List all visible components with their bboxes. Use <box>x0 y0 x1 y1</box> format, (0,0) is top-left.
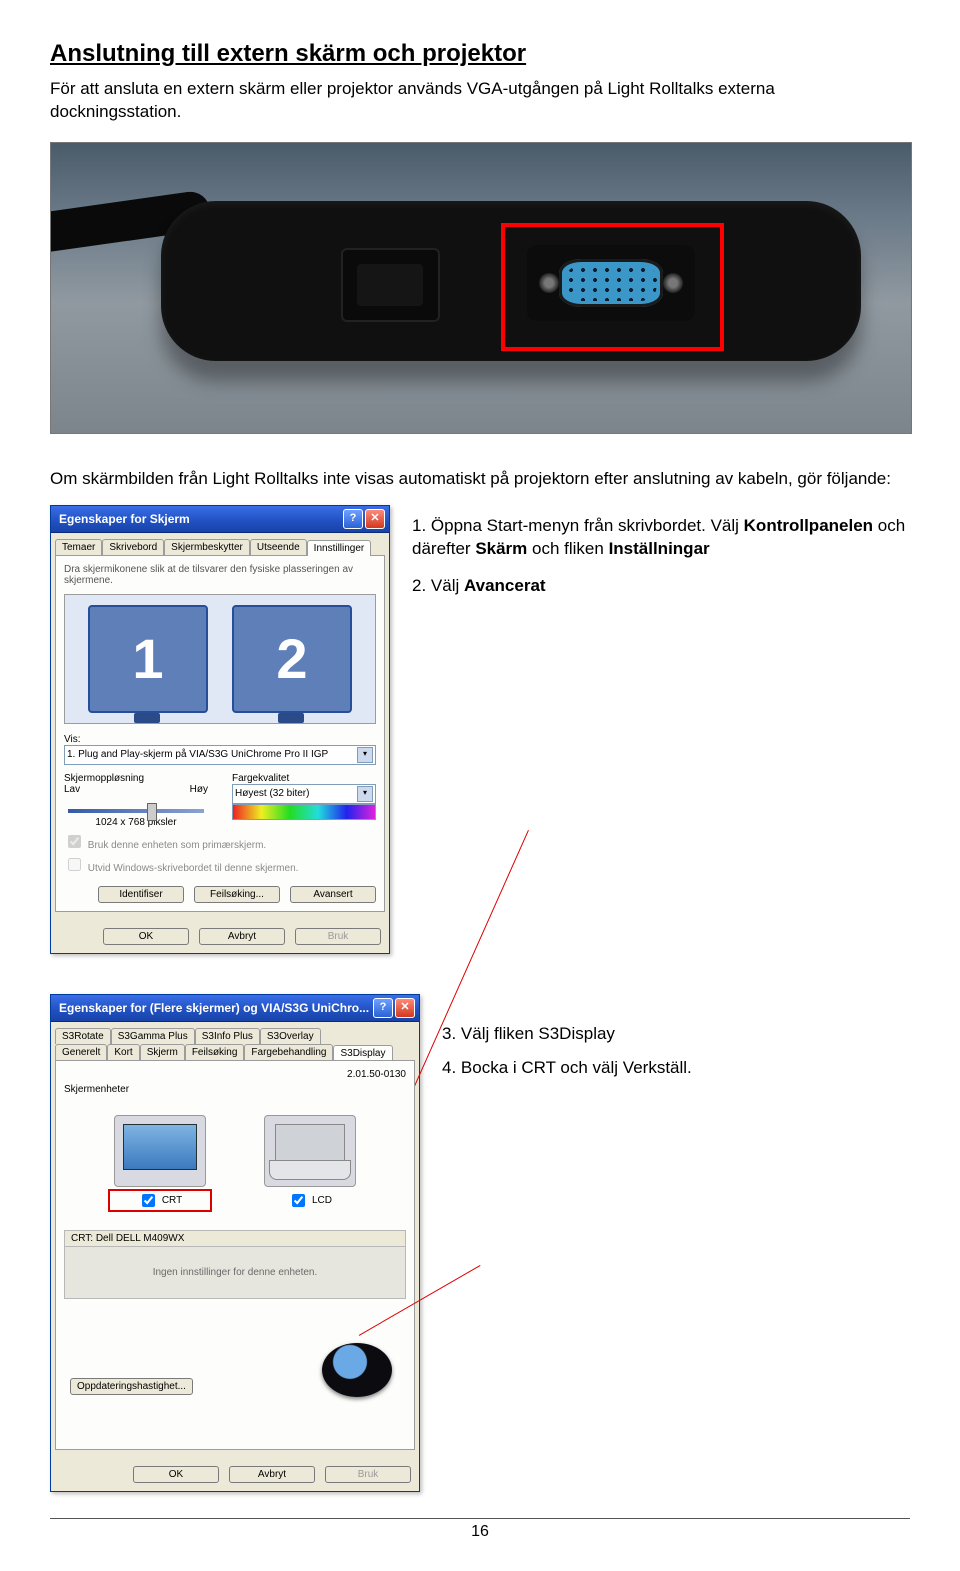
tab-s3info[interactable]: S3Info Plus <box>195 1028 260 1044</box>
monitor-arrangement[interactable]: 1 2 <box>64 594 376 724</box>
vis-label: Vis: <box>64 734 376 745</box>
apply-button[interactable]: Bruk <box>295 928 381 945</box>
color-bar-icon <box>232 804 376 820</box>
primary-checkbox: Bruk denne enheten som primærskjerm. <box>64 832 376 851</box>
section-label: Skjermenheter <box>64 1084 406 1095</box>
monitor-1-icon[interactable]: 1 <box>88 605 208 713</box>
advanced-button[interactable]: Avansert <box>290 886 376 903</box>
help-button[interactable]: ? <box>343 509 363 529</box>
crt-settings-body: Ingen innstillinger for denne enheten. <box>65 1247 405 1298</box>
instructions-list: 1. Öppna Start-menyn från skrivbordet. V… <box>412 505 910 612</box>
instruction-2: 2. Välj Avancerat <box>412 575 910 598</box>
troubleshoot-button[interactable]: Feilsøking... <box>194 886 280 903</box>
tab-s3gamma[interactable]: S3Gamma Plus <box>111 1028 195 1044</box>
tab-innstillinger[interactable]: Innstillinger <box>307 540 372 556</box>
tab-feilsoking[interactable]: Feilsøking <box>185 1044 245 1060</box>
tab-utseende[interactable]: Utseende <box>250 539 307 555</box>
ok-button[interactable]: OK <box>133 1466 219 1483</box>
page-number: 16 <box>50 1518 910 1541</box>
cancel-button[interactable]: Avbryt <box>229 1466 315 1483</box>
tab-generelt[interactable]: Generelt <box>55 1044 107 1060</box>
crt-checkbox[interactable] <box>142 1194 155 1207</box>
rj45-port-icon <box>341 248 440 322</box>
lcd-checkbox[interactable] <box>292 1194 305 1207</box>
monitor-icon <box>114 1115 206 1187</box>
vga-highlight-box <box>501 223 724 351</box>
apply-button[interactable]: Bruk <box>325 1466 411 1483</box>
tab-skrivebord[interactable]: Skrivebord <box>102 539 164 555</box>
resolution-value: 1024 x 768 piksler <box>64 817 208 828</box>
crt-label: CRT <box>162 1195 182 1206</box>
ok-button[interactable]: OK <box>103 928 189 945</box>
monitor-2-icon[interactable]: 2 <box>232 605 352 713</box>
tab-s3overlay[interactable]: S3Overlay <box>260 1028 321 1044</box>
win1-title: Egenskaper for Skjerm <box>59 512 190 526</box>
win2-title: Egenskaper for (Flere skjermer) og VIA/S… <box>59 1001 369 1015</box>
s3-logo-icon <box>322 1343 392 1397</box>
vga-port-icon <box>527 245 695 321</box>
tab-temaer[interactable]: Temaer <box>55 539 102 555</box>
instruction-4: 4. Bocka i CRT och välj Verkställ. <box>442 1058 692 1078</box>
help-button[interactable]: ? <box>373 998 393 1018</box>
intro-text: För att ansluta en extern skärm eller pr… <box>50 78 910 124</box>
page-title: Anslutning till extern skärm och projekt… <box>50 40 910 68</box>
refresh-rate-button[interactable]: Oppdateringshastighet... <box>70 1378 193 1395</box>
cancel-button[interactable]: Avbryt <box>199 928 285 945</box>
win2-tabs: S3Rotate S3Gamma Plus S3Info Plus S3Over… <box>51 1022 419 1060</box>
res-high: Høy <box>190 784 208 795</box>
advanced-properties-window: Egenskaper for (Flere skjermer) og VIA/S… <box>50 994 420 1492</box>
crt-settings-header: CRT: Dell DELL M409WX <box>65 1231 405 1247</box>
color-select[interactable]: Høyest (32 biter) ▾ <box>232 784 376 804</box>
tab-skjerm[interactable]: Skjerm <box>140 1044 185 1060</box>
win1-tabs: Temaer Skrivebord Skjermbeskytter Utseen… <box>51 533 389 555</box>
color-label: Fargekvalitet <box>232 773 376 784</box>
lower-instructions: 3. Välj fliken S3Display 4. Bocka i CRT … <box>442 994 692 1092</box>
crt-settings-box: CRT: Dell DELL M409WX Ingen innstillinge… <box>64 1230 406 1299</box>
display-properties-window: Egenskaper for Skjerm ? ✕ Temaer Skriveb… <box>50 505 390 954</box>
resolution-slider[interactable] <box>68 809 204 813</box>
close-button[interactable]: ✕ <box>395 998 415 1018</box>
tab-kort[interactable]: Kort <box>107 1044 139 1060</box>
color-select-value: Høyest (32 biter) <box>235 788 309 799</box>
instruction-1: 1. Öppna Start-menyn från skrivbordet. V… <box>412 515 910 561</box>
instruction-3: 3. Välj fliken S3Display <box>442 1024 692 1044</box>
resolution-label: Skjermoppløsning <box>64 773 208 784</box>
display-select[interactable]: 1. Plug and Play-skjerm på VIA/S3G UniCh… <box>64 745 376 765</box>
chevron-down-icon: ▾ <box>357 786 373 802</box>
res-low: Lav <box>64 784 80 795</box>
crt-device: CRT <box>110 1115 210 1210</box>
tab-fargebehandling[interactable]: Fargebehandling <box>244 1044 333 1060</box>
extend-checkbox: Utvid Windows-skrivebordet til denne skj… <box>64 855 376 874</box>
identify-button[interactable]: Identifiser <box>98 886 184 903</box>
tab-s3rotate[interactable]: S3Rotate <box>55 1028 111 1044</box>
drag-note: Dra skjermikonene slik at de tilsvarer d… <box>64 564 376 586</box>
tab-s3display[interactable]: S3Display <box>333 1045 392 1061</box>
sub-intro-text: Om skärmbilden från Light Rolltalks inte… <box>50 468 910 491</box>
close-button[interactable]: ✕ <box>365 509 385 529</box>
tab-skjermbeskytter[interactable]: Skjermbeskytter <box>164 539 250 555</box>
lcd-label: LCD <box>312 1195 332 1206</box>
chevron-down-icon: ▾ <box>357 747 373 763</box>
version-label: 2.01.50-0130 <box>64 1069 406 1080</box>
lcd-device: LCD <box>260 1115 360 1210</box>
display-select-value: 1. Plug and Play-skjerm på VIA/S3G UniCh… <box>67 749 328 760</box>
docking-photo <box>50 142 912 434</box>
laptop-icon <box>264 1115 356 1187</box>
